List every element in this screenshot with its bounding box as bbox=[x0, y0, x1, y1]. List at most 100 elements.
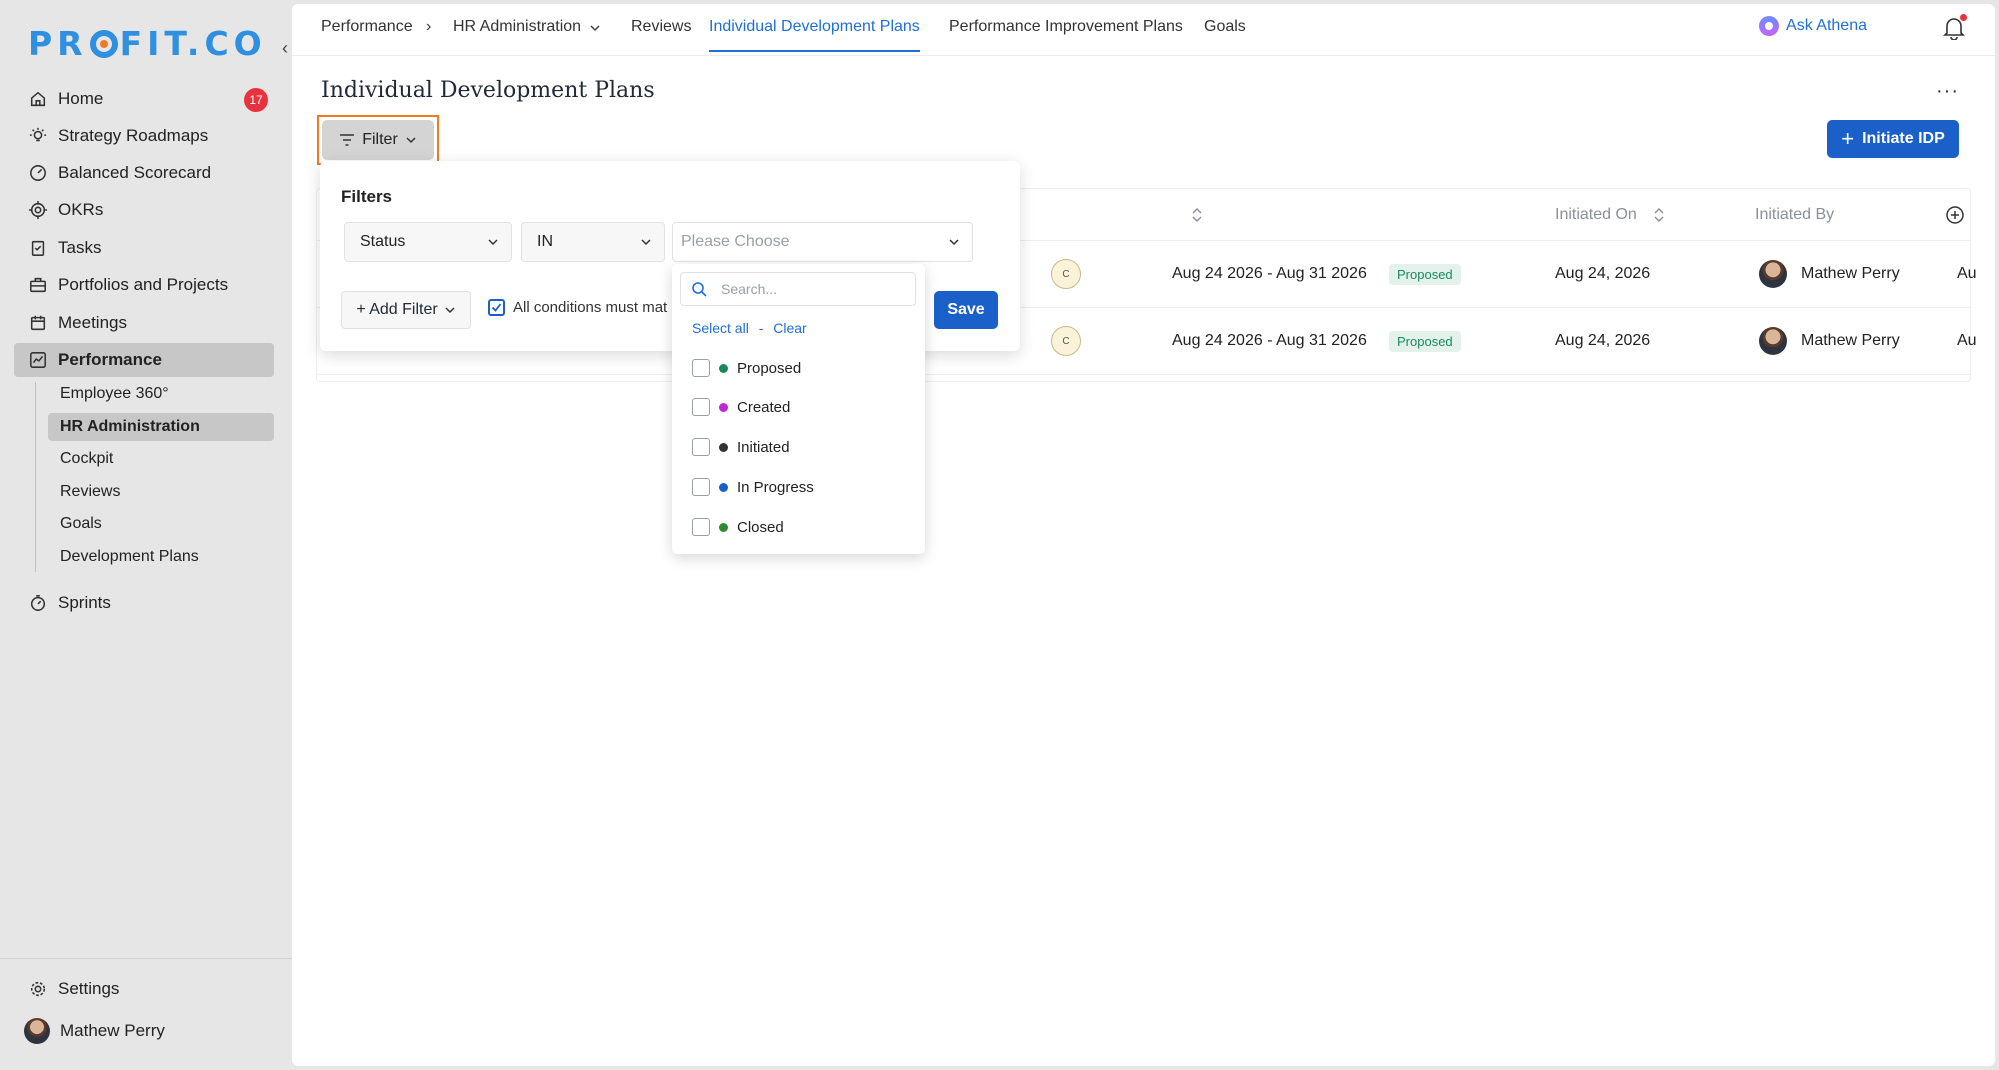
target-icon bbox=[28, 200, 48, 220]
truncated-cell: Au bbox=[1957, 332, 1977, 349]
submenu-guide-line bbox=[35, 382, 36, 572]
tab-hr-administration[interactable]: HR Administration bbox=[453, 18, 601, 52]
dropdown-search-input[interactable]: Search... bbox=[680, 272, 916, 306]
sidebar-item-okrs[interactable]: OKRs bbox=[14, 193, 274, 227]
checkbox[interactable] bbox=[692, 438, 710, 456]
checkbox[interactable] bbox=[692, 478, 710, 496]
top-navigation: Performance › HR Administration Reviews … bbox=[292, 4, 1995, 56]
sidebar-item-strategy-roadmaps[interactable]: Strategy Roadmaps bbox=[14, 119, 274, 153]
sidebar-item-sprints[interactable]: Sprints bbox=[14, 586, 274, 620]
chevron-down-icon bbox=[406, 137, 416, 144]
select-placeholder: Please Choose bbox=[681, 233, 790, 250]
plan-period: Aug 24 2026 - Aug 31 2026 bbox=[1172, 265, 1367, 282]
status-option-created[interactable]: Created bbox=[692, 393, 790, 421]
search-icon bbox=[692, 282, 707, 297]
sidebar-item-label: Balanced Scorecard bbox=[58, 163, 212, 182]
page-title: Individual Development Plans bbox=[321, 78, 655, 103]
breadcrumb-performance[interactable]: Performance bbox=[321, 18, 413, 52]
add-filter-label: + Add Filter bbox=[356, 301, 438, 318]
calendar-icon bbox=[28, 313, 48, 333]
sidebar: PR FIT.CO ‹ Home 17 Strategy Roadmaps Bal… bbox=[0, 0, 292, 1070]
tab-goals[interactable]: Goals bbox=[1204, 18, 1246, 52]
status-dot bbox=[719, 402, 728, 412]
sidebar-item-settings[interactable]: Settings bbox=[14, 972, 274, 1006]
save-button[interactable]: Save bbox=[934, 291, 998, 329]
sidebar-user-profile[interactable]: Mathew Perry bbox=[14, 1014, 274, 1048]
sort-icon bbox=[1654, 207, 1664, 222]
plan-period: Aug 24 2026 - Aug 31 2026 bbox=[1172, 332, 1367, 349]
chevron-down-icon bbox=[949, 239, 959, 246]
profit-co-logo[interactable]: PR FIT.CO bbox=[28, 24, 267, 63]
sidebar-item-tasks[interactable]: Tasks bbox=[14, 231, 274, 265]
checkbox[interactable] bbox=[692, 398, 710, 416]
lightbulb-icon bbox=[28, 126, 48, 146]
sidebar-item-label: Home bbox=[58, 89, 104, 108]
clear-link[interactable]: Clear bbox=[773, 320, 806, 336]
plus-icon: + bbox=[1841, 126, 1855, 151]
tab-reviews[interactable]: Reviews bbox=[631, 18, 691, 52]
status-option-proposed[interactable]: Proposed bbox=[692, 354, 801, 382]
gauge-icon bbox=[28, 163, 48, 183]
sidebar-item-performance[interactable]: Performance bbox=[14, 343, 274, 377]
filter-button[interactable]: Filter bbox=[322, 120, 434, 160]
checkbox-label: All conditions must mat bbox=[513, 299, 668, 316]
notifications-bell-icon[interactable] bbox=[1943, 14, 1967, 45]
dropdown-actions: Select all - Clear bbox=[692, 320, 807, 336]
initiate-idp-label: Initiate IDP bbox=[1862, 130, 1945, 147]
initiated-by-value: Mathew Perry bbox=[1759, 241, 1900, 307]
user-name: Mathew Perry bbox=[60, 1021, 165, 1040]
user-avatar bbox=[24, 1018, 50, 1044]
status-option-initiated[interactable]: Initiated bbox=[692, 433, 790, 461]
sidebar-sub-cockpit[interactable]: Cockpit bbox=[48, 445, 274, 473]
initiate-idp-button[interactable]: + Initiate IDP bbox=[1827, 120, 1959, 158]
breadcrumb-separator: › bbox=[426, 18, 432, 35]
sidebar-item-label: OKRs bbox=[58, 200, 104, 219]
sidebar-sub-employee-360[interactable]: Employee 360° bbox=[48, 380, 274, 408]
sidebar-item-meetings[interactable]: Meetings bbox=[14, 306, 274, 340]
more-options-icon[interactable]: ··· bbox=[1936, 80, 1959, 103]
sidebar-sub-reviews[interactable]: Reviews bbox=[48, 478, 274, 506]
checkbox[interactable] bbox=[692, 518, 710, 536]
sidebar-item-portfolios[interactable]: Portfolios and Projects bbox=[14, 268, 274, 302]
chevron-down-icon bbox=[641, 239, 651, 246]
collapse-sidebar-icon[interactable]: ‹ bbox=[282, 38, 288, 59]
filter-operator-select[interactable]: IN bbox=[521, 222, 665, 262]
sidebar-sub-development-plans[interactable]: Development Plans bbox=[48, 543, 274, 571]
sort-icon[interactable] bbox=[1191, 189, 1203, 240]
filter-highlight: Filter bbox=[317, 115, 439, 165]
owner-initial-badge: C bbox=[1051, 259, 1081, 289]
checkbox[interactable] bbox=[692, 359, 710, 377]
sidebar-sub-hr-administration[interactable]: HR Administration bbox=[48, 413, 274, 441]
sidebar-item-label: Meetings bbox=[58, 313, 127, 332]
filter-icon bbox=[340, 134, 355, 146]
sidebar-item-label: Portfolios and Projects bbox=[58, 275, 229, 294]
filter-panel-title: Filters bbox=[341, 187, 393, 206]
tab-individual-development-plans[interactable]: Individual Development Plans bbox=[709, 18, 920, 52]
ask-athena-label: Ask Athena bbox=[1786, 17, 1867, 34]
sidebar-item-label: Sprints bbox=[58, 593, 111, 612]
initiated-on-value: Aug 24, 2026 bbox=[1555, 332, 1651, 349]
column-initiated-on[interactable]: Initiated On bbox=[1555, 189, 1665, 240]
user-avatar bbox=[1759, 327, 1787, 355]
chevron-down-icon bbox=[445, 307, 455, 314]
status-dot bbox=[719, 522, 728, 532]
add-filter-button[interactable]: + Add Filter bbox=[341, 291, 471, 329]
checkbox-checked-icon bbox=[488, 299, 505, 316]
sidebar-item-balanced-scorecard[interactable]: Balanced Scorecard bbox=[14, 156, 274, 190]
status-option-closed[interactable]: Closed bbox=[692, 513, 784, 541]
add-column-icon[interactable] bbox=[1945, 189, 1965, 240]
status-option-in-progress[interactable]: In Progress bbox=[692, 473, 814, 501]
sidebar-sub-goals[interactable]: Goals bbox=[48, 510, 274, 538]
select-all-link[interactable]: Select all bbox=[692, 320, 749, 336]
option-label: Created bbox=[737, 398, 791, 416]
filter-field-select[interactable]: Status bbox=[344, 222, 512, 262]
option-label: Proposed bbox=[737, 359, 802, 377]
all-conditions-checkbox[interactable]: All conditions must mat bbox=[488, 299, 667, 316]
sidebar-item-home[interactable]: Home 17 bbox=[14, 82, 274, 116]
sidebar-item-label: Tasks bbox=[58, 238, 102, 257]
filter-value-select[interactable]: Please Choose bbox=[672, 222, 973, 262]
truncated-cell: Au bbox=[1957, 265, 1977, 282]
tab-performance-improvement-plans[interactable]: Performance Improvement Plans bbox=[949, 18, 1183, 52]
column-initiated-by[interactable]: Initiated By bbox=[1755, 189, 1834, 240]
ask-athena-button[interactable]: Ask Athena bbox=[1759, 16, 1867, 36]
